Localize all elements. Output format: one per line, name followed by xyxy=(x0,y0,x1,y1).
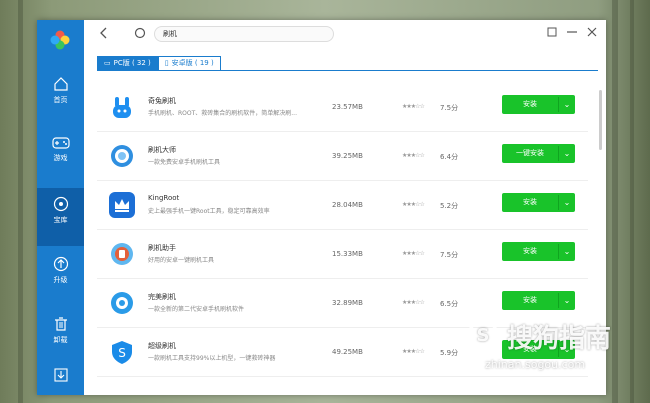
tab-divider xyxy=(97,70,598,71)
tab-pc[interactable]: ▭ PC版 ( 32 ) xyxy=(97,56,158,71)
app-desc: 史上最强手机一键Root工具，稳定可靠高效率 xyxy=(148,208,270,215)
top-bar: 刷机 xyxy=(84,20,606,52)
upgrade-icon xyxy=(53,256,68,272)
flash-master-app-icon xyxy=(109,143,135,169)
sidebar-item-treasury[interactable]: 宝库 xyxy=(37,188,84,246)
app-name: 奇兔刷机 xyxy=(148,97,176,105)
refresh-icon[interactable] xyxy=(134,27,146,39)
list-scrollbar[interactable] xyxy=(599,90,602,150)
install-label: 安装 xyxy=(523,296,537,304)
sidebar-item-uninstall[interactable]: 卸载 xyxy=(37,308,84,366)
app-score: 6.4分 xyxy=(440,153,459,161)
sidebar-item-downloads[interactable] xyxy=(37,360,84,390)
gamepad-icon xyxy=(51,137,70,149)
chevron-down-icon[interactable]: ⌄ xyxy=(559,193,575,212)
shield-app-icon: S xyxy=(109,339,135,365)
install-button[interactable]: 安装 ⌄ xyxy=(502,242,575,261)
chevron-down-icon[interactable]: ⌄ xyxy=(559,242,575,261)
install-button[interactable]: 安装 ⌄ xyxy=(502,95,575,114)
rabbit-app-icon xyxy=(109,94,135,120)
install-label: 一键安装 xyxy=(516,149,544,157)
search-input[interactable]: 刷机 xyxy=(154,26,334,42)
install-button[interactable]: 安装 ⌄ xyxy=(502,193,575,212)
install-label: 安装 xyxy=(523,198,537,206)
phone-icon: ▯ xyxy=(164,59,169,67)
back-icon[interactable] xyxy=(99,27,109,39)
app-desc: 一款免费安卓手机刷机工具 xyxy=(148,159,221,166)
app-name: KingRoot xyxy=(148,194,180,202)
sidebar-item-label: 卸载 xyxy=(53,336,68,344)
sidebar-item-games[interactable]: 游戏 xyxy=(37,128,84,186)
tab-android[interactable]: ▯ 安卓版 ( 19 ) xyxy=(157,56,221,71)
close-icon[interactable] xyxy=(587,27,597,37)
app-desc: 一款全新的第二代安卓手机刷机软件 xyxy=(148,306,245,313)
app-desc: 手机刷机、ROOT、救砖集合的刷机软件，简单解决刷... xyxy=(148,110,298,117)
download-icon xyxy=(53,368,68,382)
rating-stars: ★★★☆☆ xyxy=(402,299,425,306)
app-name: 完美刷机 xyxy=(148,293,176,301)
sidebar-item-label: 游戏 xyxy=(53,154,68,162)
rating-stars: ★★★☆☆ xyxy=(402,348,425,355)
app-name: 刷机助手 xyxy=(148,244,176,252)
app-desc: 一款刷机工具支持99%以上机型，一键救砖神器 xyxy=(148,355,276,362)
sidebar-item-label: 宝库 xyxy=(53,216,68,224)
one-click-install-button[interactable]: 一键安装 ⌄ xyxy=(502,144,575,163)
app-score: 5.9分 xyxy=(440,349,459,357)
disc-icon xyxy=(53,196,68,212)
sidebar-item-label: 首页 xyxy=(53,96,68,104)
watermark-title: 搜狗指南 xyxy=(507,324,612,354)
app-score: 5.2分 xyxy=(440,202,459,210)
crown-app-icon xyxy=(109,192,135,218)
app-score: 7.5分 xyxy=(440,251,459,259)
install-button[interactable]: 安装 ⌄ xyxy=(502,291,575,310)
app-logo-icon xyxy=(50,30,70,50)
install-label: 安装 xyxy=(523,100,537,108)
sidebar: 首页 游戏 宝库 升级 卸载 xyxy=(37,20,84,395)
list-item[interactable]: 刷机大师 一款免费安卓手机刷机工具 39.25MB ★★★☆☆ 6.4分 一键安… xyxy=(97,132,588,181)
watermark-url: zhinan.sogou.com xyxy=(485,358,586,371)
install-label: 安装 xyxy=(523,247,537,255)
app-desc: 好用的安卓一键刷机工具 xyxy=(148,257,215,264)
chevron-down-icon[interactable]: ⌄ xyxy=(559,95,575,114)
app-score: 6.5分 xyxy=(440,300,459,308)
tab-label: PC版 ( 32 ) xyxy=(113,59,151,67)
chevron-down-icon[interactable]: ⌄ xyxy=(559,291,575,310)
app-size: 39.25MB xyxy=(332,152,363,160)
android-app-icon xyxy=(109,290,135,316)
trash-icon xyxy=(54,317,67,331)
chevron-down-icon[interactable]: ⌄ xyxy=(559,144,575,163)
rating-stars: ★★★☆☆ xyxy=(402,103,425,110)
sidebar-item-label: 升级 xyxy=(53,276,68,284)
list-item[interactable]: 奇兔刷机 手机刷机、ROOT、救砖集合的刷机软件，简单解决刷... 23.57M… xyxy=(97,83,588,132)
monitor-icon: ▭ xyxy=(104,59,111,67)
svg-text:S: S xyxy=(118,346,126,360)
sogou-logo-icon: S xyxy=(467,320,499,352)
app-size: 23.57MB xyxy=(332,103,363,111)
list-item[interactable]: KingRoot 史上最强手机一键Root工具，稳定可靠高效率 28.04MB … xyxy=(97,181,588,230)
app-name: 刷机大师 xyxy=(148,146,176,154)
platform-tabs: ▭ PC版 ( 32 ) ▯ 安卓版 ( 19 ) xyxy=(97,56,221,71)
minimize-icon[interactable] xyxy=(567,30,577,34)
sidebar-item-upgrade[interactable]: 升级 xyxy=(37,248,84,306)
app-score: 7.5分 xyxy=(440,104,459,112)
app-size: 49.25MB xyxy=(332,348,363,356)
restore-icon[interactable] xyxy=(547,27,557,37)
flash-helper-app-icon xyxy=(109,241,135,267)
rating-stars: ★★★☆☆ xyxy=(402,201,425,208)
app-size: 15.33MB xyxy=(332,250,363,258)
app-size: 28.04MB xyxy=(332,201,363,209)
app-size: 32.89MB xyxy=(332,299,363,307)
rating-stars: ★★★☆☆ xyxy=(402,152,425,159)
list-item[interactable]: 刷机助手 好用的安卓一键刷机工具 15.33MB ★★★☆☆ 7.5分 安装 ⌄ xyxy=(97,230,588,279)
rating-stars: ★★★☆☆ xyxy=(402,250,425,257)
tab-label: 安卓版 ( 19 ) xyxy=(171,59,214,67)
home-icon xyxy=(53,77,68,91)
sidebar-item-home[interactable]: 首页 xyxy=(37,68,84,126)
app-name: 超级刷机 xyxy=(148,342,176,350)
